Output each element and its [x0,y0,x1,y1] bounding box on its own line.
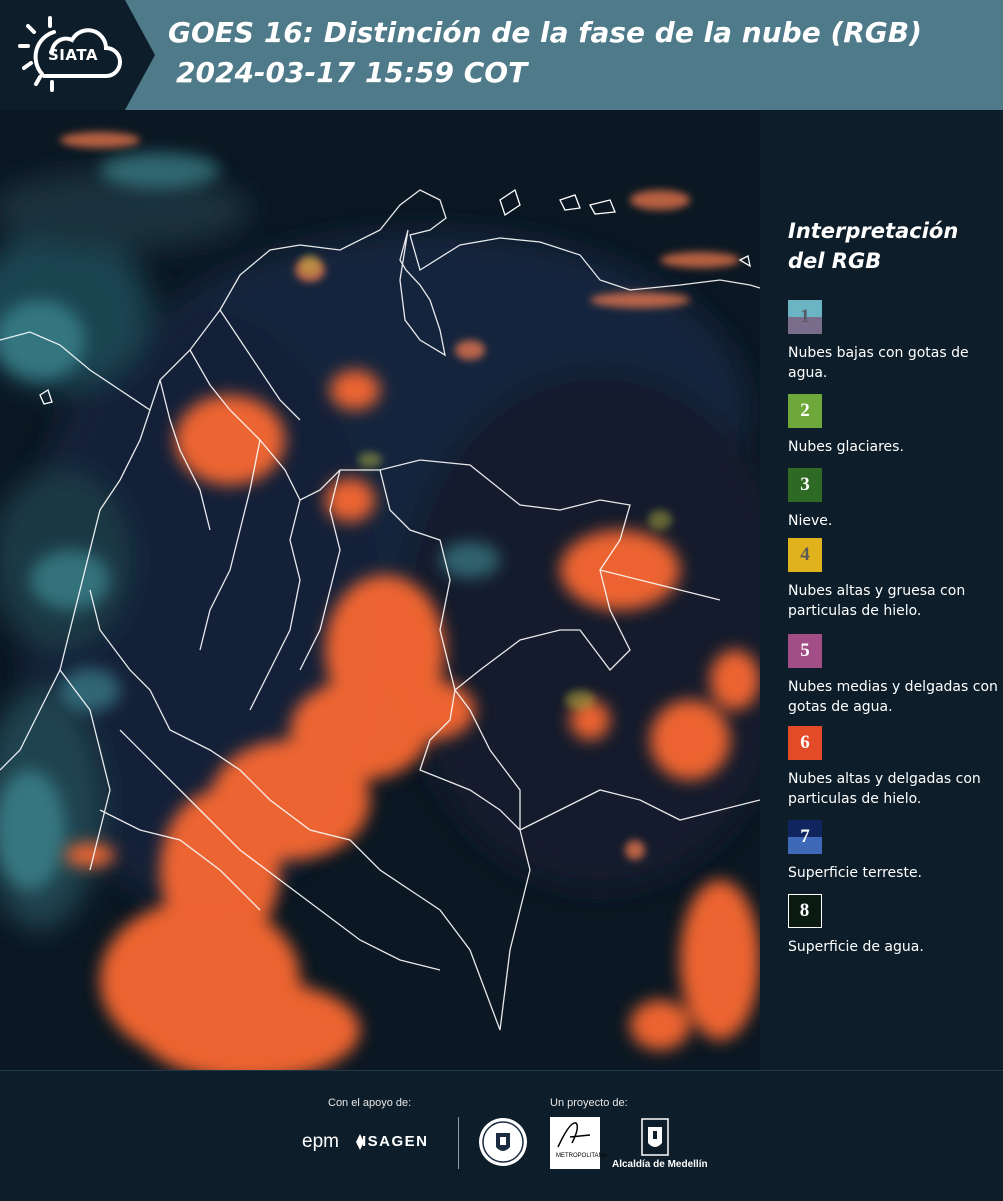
project-label: Un proyecto de: [550,1097,628,1109]
legend-label: Nubes glaciares. [788,439,904,455]
epm-logo: epm [302,1131,339,1152]
legend-number: 3 [800,474,810,495]
legend-item-4: 4 Nubes altas y gruesa con particulas de… [788,538,998,621]
satellite-rgb-composite [0,110,760,1070]
legend-label: Nieve. [788,513,833,529]
legend-swatch-1: 1 [788,300,822,334]
university-seal-icon [479,1118,527,1166]
legend-label: Nubes altas y gruesa con particulas de h… [788,583,966,619]
legend-item-5: 5 Nubes medias y delgadas con gotas de a… [788,634,998,717]
legend-number: 4 [800,544,810,565]
area-logo-text: METROPOLITANA [556,1153,607,1159]
legend-item-1: 1 Nubes bajas con gotas de agua. [788,300,998,383]
legend-panel: Interpretación del RGB 1 Nubes bajas con… [760,110,1003,1070]
legend-swatch-6: 6 [788,726,822,760]
legend-swatch-8: 8 [788,894,822,928]
legend-title-line2: del RGB [788,249,882,273]
satellite-map-image [0,110,760,1070]
legend-label: Nubes altas y delgadas con particulas de… [788,771,981,807]
footer: Con el apoyo de: Un proyecto de: epm ISA… [0,1070,1003,1201]
legend-label: Superficie terreste. [788,865,923,881]
page-timestamp: 2024-03-17 15:59 COT [176,56,528,89]
legend-swatch-3: 3 [788,468,822,502]
page-title: GOES 16: Distinción de la fase de la nub… [168,16,922,49]
legend-title: Interpretación del RGB [788,216,998,276]
area-script-icon [557,1122,591,1148]
legend-number: 8 [799,900,810,921]
legend-swatch-4: 4 [788,538,822,572]
legend-label: Nubes bajas con gotas de agua. [788,345,969,381]
siata-logo: SIATA [14,14,124,96]
legend-number: 7 [800,826,810,847]
legend-item-8: 8 Superficie de agua. [788,894,998,957]
logo-text: SIATA [48,46,99,64]
legend-number: 6 [800,732,810,753]
legend-number: 2 [800,400,810,421]
legend-number: 1 [800,306,810,327]
legend-label: Nubes medias y delgadas con gotas de agu… [788,679,998,715]
legend-swatch-5: 5 [788,634,822,668]
legend-item-7: 7 Superficie terreste. [788,820,998,883]
footer-divider [458,1117,459,1169]
legend-swatch-7: 7 [788,820,822,854]
support-label: Con el apoyo de: [328,1097,412,1109]
isagen-logo: ISAGEN [362,1133,429,1150]
legend-item-3: 3 Nieve. [788,468,998,531]
legend-swatch-2: 2 [788,394,822,428]
header-bar: SIATA GOES 16: Distinción de la fase de … [0,0,1003,110]
legend-title-line1: Interpretación [788,219,959,243]
medellin-label: Alcaldía de Medellín [612,1159,708,1170]
area-metropolitana-logo: METROPOLITANA [550,1117,607,1169]
legend-number: 5 [800,640,810,661]
legend-label: Superficie de agua. [788,939,924,955]
medellin-shield-icon [641,1118,669,1156]
legend-item-2: 2 Nubes glaciares. [788,394,998,457]
legend-item-6: 6 Nubes altas y delgadas con particulas … [788,726,998,809]
